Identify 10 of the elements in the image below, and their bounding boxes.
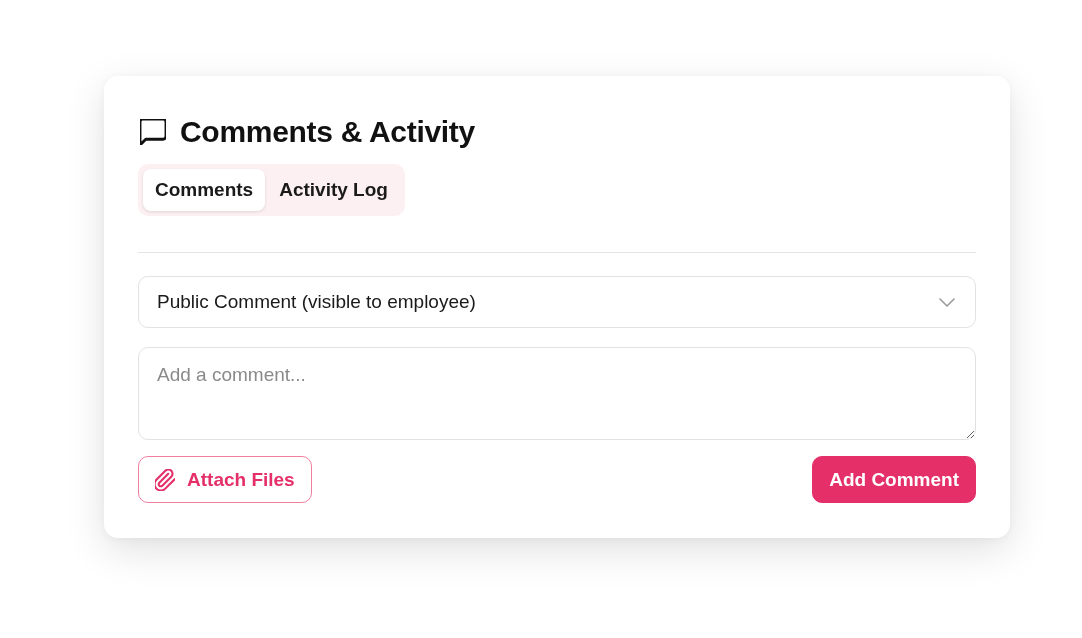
tab[interactable]: Activity Log bbox=[267, 169, 400, 211]
card-title: Comments & Activity bbox=[180, 115, 475, 149]
paperclip-icon bbox=[155, 468, 175, 491]
tab[interactable]: Comments bbox=[143, 169, 266, 211]
comment-type-select[interactable]: Public Comment (visible to employee) bbox=[138, 276, 976, 328]
comment-field[interactable]: Add a comment... bbox=[138, 347, 976, 440]
attach-files-button[interactable]: Attach Files bbox=[138, 456, 312, 503]
chat-bubble-icon bbox=[140, 119, 166, 145]
chevron-down-icon bbox=[939, 297, 955, 307]
add-comment-button[interactable]: Add Comment bbox=[812, 456, 976, 503]
